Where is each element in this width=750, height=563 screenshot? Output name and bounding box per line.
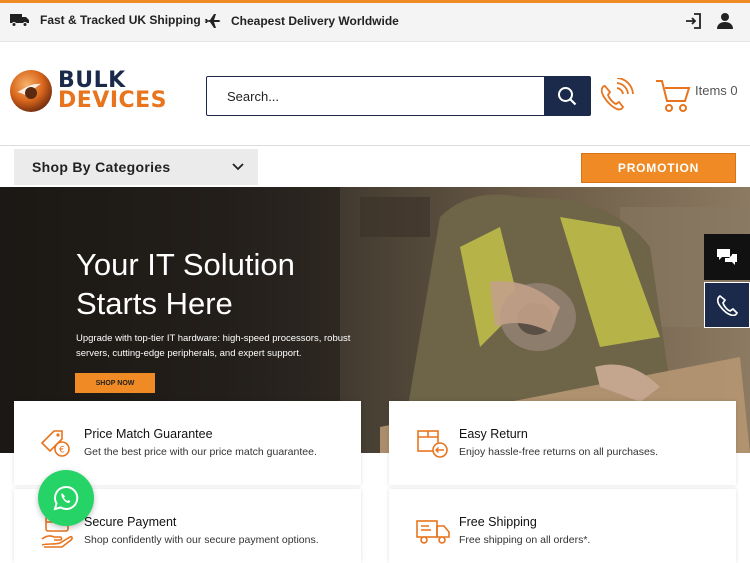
- feature-title: Easy Return: [459, 427, 528, 441]
- svg-text:€: €: [59, 446, 65, 456]
- phone-icon: [716, 294, 738, 316]
- categories-label: Shop By Categories: [32, 159, 171, 175]
- hero-title-line2: Starts Here: [76, 286, 233, 321]
- call-side-button[interactable]: [704, 282, 750, 328]
- site-logo[interactable]: BULK DEVICES: [8, 68, 167, 114]
- feature-card-free-shipping: Free Shipping Free shipping on all order…: [389, 489, 736, 563]
- truck-icon: [10, 14, 29, 27]
- shipping-info: Fast & Tracked UK Shipping: [10, 13, 201, 27]
- delivery-info: Cheapest Delivery Worldwide: [203, 13, 399, 29]
- chevron-down-icon: [232, 163, 244, 171]
- hero-subtitle: Upgrade with top-tier IT hardware: high-…: [76, 333, 351, 359]
- shopping-cart-icon: [656, 80, 691, 112]
- search-bar: [206, 76, 591, 116]
- site-header: BULK DEVICES Items 0: [0, 42, 750, 146]
- whatsapp-chat-button[interactable]: [38, 470, 94, 526]
- nav-bar: Shop By Categories PROMOTION: [0, 147, 750, 187]
- feature-title: Secure Payment: [84, 515, 177, 529]
- search-input[interactable]: [207, 77, 544, 115]
- shipping-text: Fast & Tracked UK Shipping: [40, 13, 201, 27]
- shop-by-categories-dropdown[interactable]: Shop By Categories: [14, 149, 258, 185]
- feature-title: Price Match Guarantee: [84, 427, 213, 441]
- search-icon: [558, 87, 577, 106]
- airplane-icon: [204, 14, 221, 28]
- user-icon[interactable]: [716, 12, 734, 30]
- chat-bubbles-icon: [717, 249, 737, 265]
- feature-description: Enjoy hassle-free returns on all purchas…: [459, 446, 659, 458]
- features-section: € Price Match Guarantee Get the best pri…: [0, 401, 750, 563]
- cart-link[interactable]: Items 0: [655, 78, 738, 114]
- hero-title-line1: Your IT Solution: [76, 247, 295, 282]
- chat-side-button[interactable]: [704, 234, 750, 280]
- hero-title: Your IT Solution Starts Here: [76, 245, 295, 323]
- feature-description: Free shipping on all orders*.: [459, 534, 591, 546]
- phone-ringing-icon[interactable]: [596, 78, 634, 114]
- account-links: [684, 12, 734, 30]
- delivery-text: Cheapest Delivery Worldwide: [231, 14, 399, 28]
- cart-items-count: Items 0: [695, 83, 738, 98]
- shop-now-button[interactable]: SHOP NOW: [75, 373, 155, 393]
- feature-description: Get the best price with our price match …: [84, 446, 317, 458]
- logo-text-devices: DEVICES: [58, 88, 168, 113]
- whatsapp-icon: [53, 485, 79, 511]
- feature-title: Free Shipping: [459, 515, 537, 529]
- return-box-icon: [417, 430, 448, 458]
- search-button[interactable]: [544, 77, 590, 115]
- logo-emblem-icon: [10, 70, 52, 112]
- promotion-button[interactable]: PROMOTION: [581, 153, 736, 183]
- price-tag-icon: €: [40, 430, 70, 457]
- delivery-truck-icon: [416, 520, 450, 544]
- feature-card-easy-return: Easy Return Enjoy hassle-free returns on…: [389, 401, 736, 485]
- top-info-bar: Fast & Tracked UK Shipping Cheapest Deli…: [0, 3, 750, 42]
- feature-description: Shop confidently with our secure payment…: [84, 534, 319, 546]
- login-icon[interactable]: [684, 12, 702, 30]
